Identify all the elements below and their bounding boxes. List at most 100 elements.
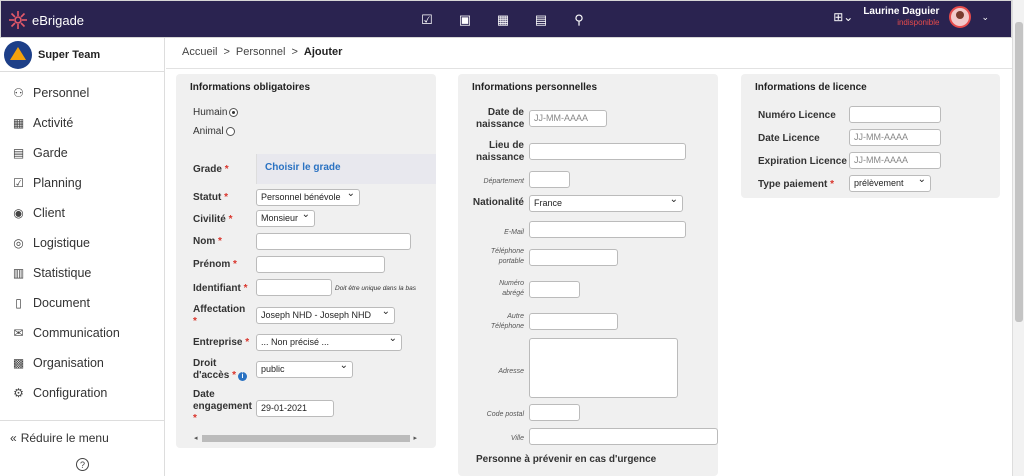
scrollbar-thumb[interactable] (201, 434, 410, 442)
lieu-naissance-input[interactable] (529, 143, 686, 160)
sidebar-item-logistique[interactable]: ◎ Logistique (0, 228, 164, 258)
radio-button[interactable] (225, 126, 235, 136)
radio-animal-label: Animal (193, 126, 224, 137)
header-divider (166, 68, 1012, 69)
grade-label: Grade * (193, 164, 229, 175)
sidebar-item-communication[interactable]: ✉ Communication (0, 318, 164, 348)
help-icon[interactable]: ? (76, 458, 89, 471)
statut-label: Statut * (193, 192, 229, 203)
email-input[interactable] (529, 221, 686, 238)
label-text: engagement (193, 401, 252, 412)
sidebar-item-label: Communication (33, 326, 120, 340)
sidebar: Super Team ⚇ Personnel ▦ Activité ▤ Garde ☑… (0, 38, 165, 476)
calendar-check-icon[interactable]: ☑ (419, 12, 435, 28)
brand-logo[interactable]: eBrigade (7, 9, 84, 31)
choose-grade-link[interactable]: Choisir le grade (265, 162, 341, 173)
sidebar-item-label: Configuration (33, 386, 108, 400)
calendar-grid-icon[interactable]: ▦ (495, 12, 511, 28)
departement-input[interactable] (529, 171, 570, 188)
calendar-icon[interactable]: ▣ (457, 12, 473, 28)
radio-animal[interactable]: Animal (193, 126, 235, 137)
calendar-check-icon: ☑ (13, 176, 24, 190)
nationalite-value: France (534, 198, 563, 208)
type-paiement-select[interactable]: prélèvement (849, 175, 931, 192)
expiration-licence-input[interactable]: JJ-MM-AAAA (849, 152, 941, 169)
building-icon: ▩ (12, 356, 25, 370)
code-postal-input[interactable] (529, 404, 580, 421)
sidebar-item-label: Logistique (33, 236, 90, 250)
telephone-portable-input[interactable] (529, 249, 618, 266)
civilite-select[interactable]: Monsieur (256, 210, 315, 227)
sidebar-item-planning[interactable]: ☑ Planning (0, 168, 164, 198)
sidebar-item-statistique[interactable]: ▥ Statistique (0, 258, 164, 288)
identifiant-note: Doit être unique dans la bas (335, 285, 416, 292)
affectation-select[interactable]: Joseph NHD - Joseph NHD (256, 307, 395, 324)
panel-title: Informations personnelles (472, 82, 598, 93)
ville-input[interactable] (529, 428, 718, 445)
identifiant-input[interactable] (256, 279, 332, 296)
sidebar-item-garde[interactable]: ▤ Garde (0, 138, 164, 168)
ville-label: Ville (510, 435, 524, 442)
numero-licence-input[interactable] (849, 106, 941, 123)
label-text: Grade (193, 164, 222, 175)
nationalite-select[interactable]: France (529, 195, 683, 212)
sidebar-item-label: Garde (33, 146, 68, 160)
date-engagement-input[interactable]: 29-01-2021 (256, 400, 334, 417)
reduce-menu-label: Réduire le menu (20, 430, 109, 445)
search-icon[interactable]: ⚲ (571, 12, 587, 28)
numero-abrege-label: Numéro abrégé (468, 279, 524, 299)
nom-input[interactable] (256, 233, 411, 250)
radio-humain-label: Humain (193, 107, 228, 118)
entreprise-select[interactable]: ... Non précisé ... (256, 334, 402, 351)
sidebar-item-personnel[interactable]: ⚇ Personnel (0, 78, 164, 108)
departement-label: Département (483, 178, 524, 185)
vertical-scrollbar[interactable] (1012, 0, 1024, 476)
expiration-licence-label: Expiration Licence (758, 156, 847, 168)
reduce-menu-button[interactable]: « Réduire le menu (0, 420, 165, 454)
clipboard-icon[interactable]: ▤ (533, 12, 549, 28)
main-content: Accueil > Personnel > Ajouter Informatio… (166, 38, 1012, 476)
autre-telephone-input[interactable] (529, 313, 618, 330)
avatar[interactable] (949, 6, 972, 28)
sidebar-item-label: Organisation (33, 356, 104, 370)
label-text: d'accès (193, 370, 230, 381)
date-engagement-value: 29-01-2021 (261, 403, 308, 413)
prenom-input[interactable] (256, 256, 385, 273)
grade-selector[interactable]: Choisir le grade (256, 154, 436, 184)
team-logo (4, 40, 32, 69)
numero-abrege-input[interactable] (529, 281, 580, 298)
sidebar-item-client[interactable]: ◉ Client (0, 198, 164, 228)
sidebar-item-label: Client (33, 206, 65, 220)
scrollbar-thumb[interactable] (1015, 22, 1023, 322)
user-info[interactable]: Laurine Daguier indisponible (863, 6, 939, 28)
team-name: Super Team (38, 48, 101, 61)
entreprise-label: Entreprise * (193, 337, 250, 348)
label-text: Lieu de (488, 140, 524, 151)
sidebar-menu: ⚇ Personnel ▦ Activité ▤ Garde ☑ Planning ◉ C… (0, 72, 164, 408)
sidebar-item-document[interactable]: ▯ Document (0, 288, 164, 318)
date-licence-input[interactable]: JJ-MM-AAAA (849, 129, 941, 146)
add-menu-icon[interactable]: ⊞⌄ (833, 10, 853, 24)
breadcrumb-accueil[interactable]: Accueil (182, 46, 217, 58)
radio-button[interactable] (229, 107, 239, 117)
statut-select[interactable]: Personnel bénévole (256, 189, 360, 206)
chevron-down-icon[interactable]: ⌄ (981, 12, 989, 23)
droit-select[interactable]: public (256, 361, 353, 378)
scroll-right-icon[interactable]: ▸ (414, 434, 418, 442)
user-status: indisponible (897, 18, 940, 27)
horizontal-scrollbar[interactable]: ◂ ▸ (194, 433, 426, 443)
adresse-textarea[interactable] (529, 338, 678, 398)
label-text: Date de (487, 107, 524, 118)
sidebar-item-configuration[interactable]: ⚙ Configuration (0, 378, 164, 408)
sidebar-item-organisation[interactable]: ▩ Organisation (0, 348, 164, 378)
breadcrumb-personnel[interactable]: Personnel (236, 46, 286, 58)
date-naissance-input[interactable]: JJ-MM-AAAA (529, 110, 607, 127)
label-text: Numéro Licence (758, 110, 836, 121)
label-text: Entreprise (193, 337, 243, 348)
sidebar-item-activite[interactable]: ▦ Activité (0, 108, 164, 138)
gear-icon: ⚙ (13, 386, 24, 400)
team-header[interactable]: Super Team (0, 38, 164, 72)
scroll-left-icon[interactable]: ◂ (194, 434, 198, 442)
radio-humain[interactable]: Humain (193, 107, 239, 118)
info-icon[interactable]: i (237, 372, 247, 381)
